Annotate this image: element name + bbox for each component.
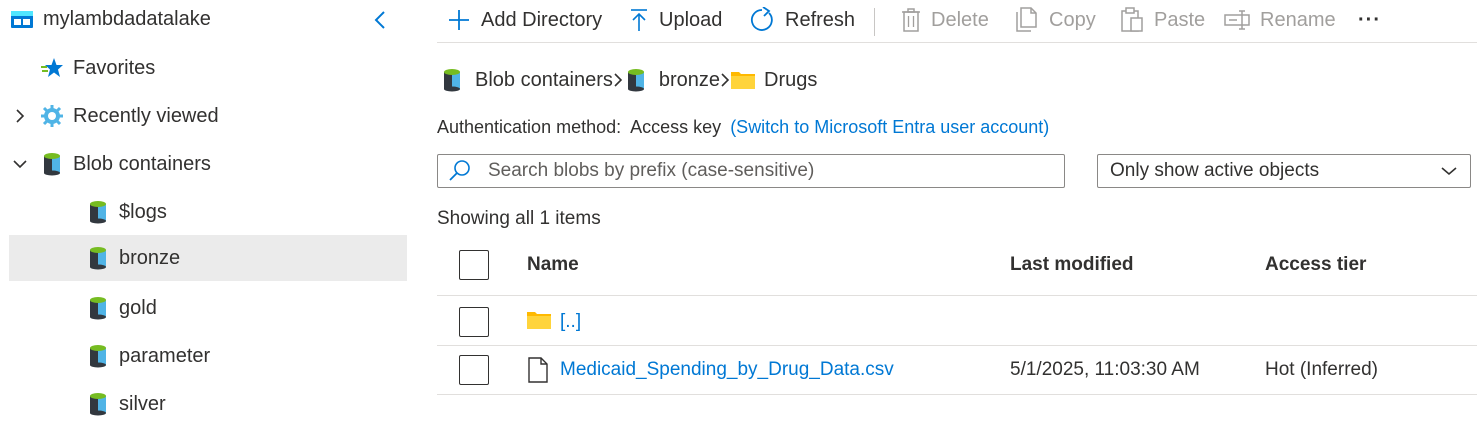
active-objects-filter-dropdown[interactable]: Only show active objects [1097, 154, 1471, 188]
chevron-down-icon [1441, 167, 1457, 176]
auth-value: Access key [630, 117, 722, 137]
column-header-name[interactable]: Name [527, 254, 579, 276]
chevron-right-icon [614, 73, 623, 87]
blob-container-icon [439, 67, 465, 93]
blob-container-icon [623, 67, 649, 93]
breadcrumb-drugs[interactable]: Drugs [730, 67, 817, 93]
storage-account-node[interactable]: mylambdadatalake [9, 0, 407, 42]
paste-label: Paste [1154, 8, 1206, 31]
file-icon [528, 357, 548, 388]
sidebar-item-logs[interactable]: $logs [9, 189, 407, 235]
rename-label: Rename [1260, 8, 1336, 31]
column-header-last-modified[interactable]: Last modified [1010, 254, 1134, 276]
file-name-link[interactable]: Medicaid_Spending_by_Drug_Data.csv [560, 359, 894, 381]
sidebar-item-label: Recently viewed [73, 104, 219, 127]
blob-container-icon [39, 151, 65, 177]
sidebar-item-label: Favorites [73, 56, 156, 79]
blob-container-icon [85, 391, 111, 417]
chevron-right-icon [721, 73, 730, 87]
rename-button[interactable]: Rename [1224, 0, 1336, 40]
blob-container-icon [85, 295, 111, 321]
copy-label: Copy [1049, 8, 1096, 31]
search-blobs-box[interactable] [437, 154, 1065, 188]
blob-container-icon [85, 343, 111, 369]
row-checkbox[interactable] [459, 355, 489, 385]
rename-icon [1224, 10, 1250, 30]
auth-label: Authentication method: [437, 117, 622, 137]
sidebar-item-bronze[interactable]: bronze [9, 235, 407, 281]
sidebar-item-favorites[interactable]: Favorites [9, 45, 407, 91]
sidebar-item-label: bronze [119, 246, 181, 269]
search-input[interactable] [486, 159, 1050, 183]
authentication-method: Authentication method: Access key (Switc… [437, 117, 1049, 138]
sidebar-item-silver[interactable]: silver [9, 381, 407, 427]
command-bar: Add Directory Upload Refresh Delete Copy… [437, 0, 1477, 43]
last-modified-cell: 5/1/2025, 11:03:30 AM [1010, 359, 1200, 380]
refresh-label: Refresh [785, 8, 856, 31]
more-options-icon: ··· [1358, 8, 1381, 31]
search-icon [449, 160, 470, 181]
storage-account-icon [9, 6, 35, 32]
folder-icon [730, 67, 756, 93]
sidebar-item-blob-containers[interactable]: Blob containers [9, 141, 407, 187]
breadcrumb: Blob containers bronze Drugs [439, 66, 817, 94]
refresh-icon [750, 7, 773, 31]
plus-icon [449, 10, 469, 30]
breadcrumb-blob-containers[interactable]: Blob containers [439, 67, 613, 93]
paste-button[interactable]: Paste [1120, 0, 1205, 40]
row-checkbox[interactable] [459, 307, 489, 337]
paste-icon [1121, 7, 1143, 32]
column-header-access-tier[interactable]: Access tier [1265, 254, 1366, 276]
filter-selected-value: Only show active objects [1110, 160, 1320, 181]
chevron-right-icon[interactable] [9, 108, 31, 124]
select-all-checkbox[interactable] [459, 250, 489, 280]
breadcrumb-label: bronze [658, 68, 721, 91]
sidebar-item-label: $logs [119, 200, 167, 223]
delete-button[interactable]: Delete [901, 0, 989, 40]
access-tier-cell: Hot (Inferred) [1265, 359, 1378, 380]
table-header: Name Last modified Access tier [437, 238, 1477, 296]
table-row[interactable]: Medicaid_Spending_by_Drug_Data.csv 5/1/2… [437, 346, 1477, 395]
recently-viewed-gear-icon [39, 103, 65, 129]
blob-container-icon [85, 199, 111, 225]
table-row[interactable]: [..] [437, 297, 1477, 346]
sidebar-item-recently-viewed[interactable]: Recently viewed [9, 93, 407, 139]
add-directory-label: Add Directory [481, 8, 603, 31]
copy-icon [1016, 7, 1037, 32]
sidebar-item-label: silver [119, 392, 166, 415]
favorites-star-icon [39, 55, 65, 81]
copy-button[interactable]: Copy [1015, 0, 1096, 40]
trash-icon [902, 8, 920, 32]
folder-icon [526, 310, 552, 335]
upload-label: Upload [659, 8, 723, 31]
explorer-tree: mylambdadatalake Favorites Recently view… [0, 0, 420, 422]
refresh-button[interactable]: Refresh [749, 0, 855, 40]
chevron-down-icon[interactable] [9, 159, 31, 169]
collapse-sidebar-icon[interactable] [368, 8, 392, 32]
delete-label: Delete [931, 8, 989, 31]
sidebar-item-label: gold [119, 296, 157, 319]
add-directory-button[interactable]: Add Directory [447, 0, 602, 40]
sidebar-item-gold[interactable]: gold [9, 285, 407, 331]
upload-icon [631, 9, 647, 31]
blob-container-icon [85, 245, 111, 271]
sidebar-item-label: parameter [119, 344, 211, 367]
more-options-button[interactable]: ··· [1358, 0, 1381, 40]
breadcrumb-label: Drugs [764, 68, 818, 91]
parent-directory-link[interactable]: [..] [560, 311, 581, 333]
toolbar-divider [874, 8, 875, 36]
upload-button[interactable]: Upload [629, 0, 722, 40]
storage-account-label: mylambdadatalake [43, 7, 211, 30]
switch-auth-link[interactable]: (Switch to Microsoft Entra user account) [730, 117, 1049, 137]
sidebar-item-label: Blob containers [73, 152, 211, 175]
item-count: Showing all 1 items [437, 208, 601, 229]
breadcrumb-label: Blob containers [475, 68, 613, 91]
breadcrumb-bronze[interactable]: bronze [623, 67, 720, 93]
sidebar-item-parameter[interactable]: parameter [9, 333, 407, 379]
